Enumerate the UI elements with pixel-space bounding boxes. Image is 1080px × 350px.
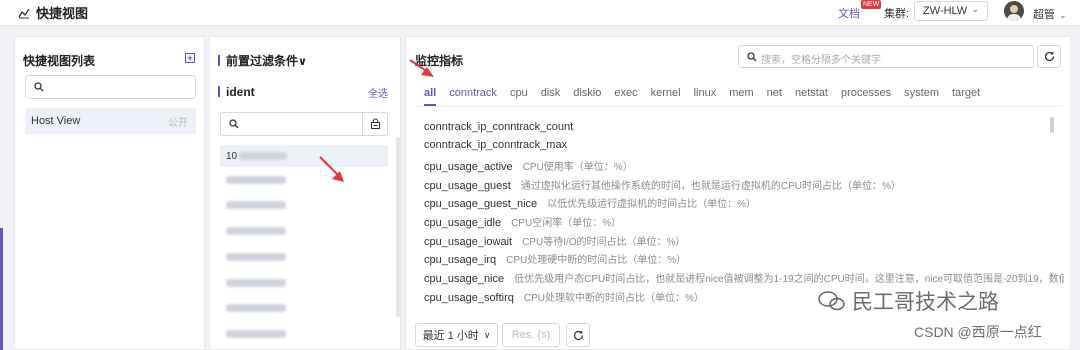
add-view-icon[interactable] <box>185 53 195 63</box>
metric-category-tabs: all conntrack cpu disk diskio exec kerne… <box>424 87 980 106</box>
views-search-input[interactable] <box>25 75 196 99</box>
tab-cpu[interactable]: cpu <box>510 87 528 106</box>
page-title: 快捷视图 <box>36 6 89 21</box>
resolution-input[interactable]: Res. (s) <box>502 323 560 347</box>
time-range-select[interactable]: 最近 1 小时 ∨ <box>415 323 498 347</box>
cluster-select[interactable]: ZW-HLW ⌄ <box>914 1 988 21</box>
watermark-csdn: CSDN @西原一点红 <box>914 324 1042 340</box>
metrics-search-placeholder: 搜索，空格分隔多个关键字 <box>761 55 881 66</box>
chevron-down-icon: ∨ <box>483 329 491 340</box>
user-menu[interactable]: 超管 ⌄ <box>1033 6 1067 22</box>
metric-row[interactable]: cpu_usage_nice 低优先级用户态CPU时间占比，也就是进程nice值被… <box>424 270 1064 285</box>
filter-panel-title: 前置过滤条件∨ <box>218 52 307 69</box>
view-item-host-view[interactable]: Host View 公开 <box>25 108 196 134</box>
line-chart-icon <box>18 8 30 18</box>
tab-linux[interactable]: linux <box>694 87 717 106</box>
docs-link[interactable]: 文档 <box>838 5 860 21</box>
host-item-redacted[interactable] <box>220 297 388 319</box>
host-item[interactable]: 10 <box>220 145 388 167</box>
scrollbar[interactable] <box>396 137 400 317</box>
resolution-placeholder: Res. (s) <box>511 329 551 341</box>
filter-panel: 前置过滤条件∨ ident 全选 10 <box>209 36 401 350</box>
host-item-redacted[interactable] <box>220 194 388 216</box>
metric-row[interactable]: cpu_usage_irq CPU处理硬中断的时间占比（单位：%） <box>424 251 686 266</box>
search-icon <box>229 119 239 129</box>
tab-netstat[interactable]: netstat <box>795 87 828 106</box>
tab-target[interactable]: target <box>952 87 980 106</box>
cluster-label: 集群: <box>884 8 910 20</box>
host-search-input[interactable] <box>220 112 388 136</box>
select-all-link[interactable]: 全选 <box>368 85 388 100</box>
tabs-divider <box>416 106 1062 107</box>
tab-exec[interactable]: exec <box>614 87 637 106</box>
host-item-redacted[interactable] <box>220 246 388 268</box>
host-item-redacted[interactable] <box>220 169 388 191</box>
tab-net[interactable]: net <box>767 87 782 106</box>
view-item-tag: 公开 <box>168 117 188 129</box>
watermark-brand: 民工哥技术之路 <box>852 291 999 314</box>
host-item-redacted[interactable] <box>220 272 388 294</box>
metric-row[interactable]: cpu_usage_active CPU使用率（单位：%） <box>424 158 633 173</box>
host-item-redacted[interactable] <box>220 323 388 345</box>
chevron-down-icon: ∨ <box>298 56 307 68</box>
tab-processes[interactable]: processes <box>841 87 891 106</box>
chevron-down-icon: ⌄ <box>1059 10 1067 20</box>
metric-row[interactable]: cpu_usage_softirq CPU处理软中断的时间占比（单位：%） <box>424 289 704 304</box>
tab-conntrack[interactable]: conntrack <box>449 87 497 106</box>
chevron-down-icon: ⌄ <box>971 4 979 14</box>
annotation-arrow <box>319 156 344 182</box>
metric-row[interactable]: cpu_usage_iowait CPU等待I/O的时间占比（单位：%） <box>424 233 685 248</box>
tab-mem[interactable]: mem <box>729 87 753 106</box>
metric-row[interactable]: cpu_usage_guest 通过虚拟化运行其他操作系统的时间，也就是运行虚拟机… <box>424 177 901 192</box>
refresh-icon <box>573 330 583 340</box>
views-panel: 快捷视图列表 Host View 公开 <box>14 36 205 350</box>
tab-kernel[interactable]: kernel <box>651 87 681 106</box>
new-badge: NEW <box>861 0 882 9</box>
host-item-redacted[interactable] <box>220 220 388 242</box>
cluster-value: ZW-HLW <box>923 5 968 17</box>
avatar[interactable] <box>1004 1 1024 21</box>
user-name: 超管 <box>1033 9 1055 21</box>
refresh-icon <box>1044 51 1054 62</box>
metric-row[interactable]: conntrack_ip_conntrack_max <box>424 139 567 151</box>
view-item-label: Host View <box>31 115 81 127</box>
ident-title: ident <box>218 85 255 99</box>
scrollbar[interactable] <box>1050 117 1054 133</box>
tab-disk[interactable]: disk <box>541 87 561 106</box>
tab-system[interactable]: system <box>904 87 939 106</box>
search-icon <box>34 82 44 92</box>
metric-row[interactable]: conntrack_ip_conntrack_count <box>424 121 573 133</box>
refresh-data-button[interactable] <box>566 323 590 347</box>
annotation-arrow <box>409 59 434 77</box>
wechat-logo-icon <box>818 291 845 311</box>
metric-row[interactable]: cpu_usage_guest_nice 以低优先级运行虚拟机的时间占比（单位：%… <box>424 195 756 210</box>
time-range-value: 最近 1 小时 <box>422 330 479 342</box>
metric-row[interactable]: cpu_usage_idle CPU空闲率（单位：%） <box>424 214 621 229</box>
search-icon <box>747 52 757 62</box>
refresh-button[interactable] <box>1037 45 1061 68</box>
left-accent <box>0 228 3 350</box>
metrics-search-input[interactable]: 搜索，空格分隔多个关键字 <box>738 45 1034 68</box>
tab-all[interactable]: all <box>424 87 437 106</box>
views-panel-title: 快捷视图列表 <box>23 54 96 68</box>
tab-diskio[interactable]: diskio <box>573 87 601 106</box>
lock-icon[interactable] <box>370 118 381 129</box>
